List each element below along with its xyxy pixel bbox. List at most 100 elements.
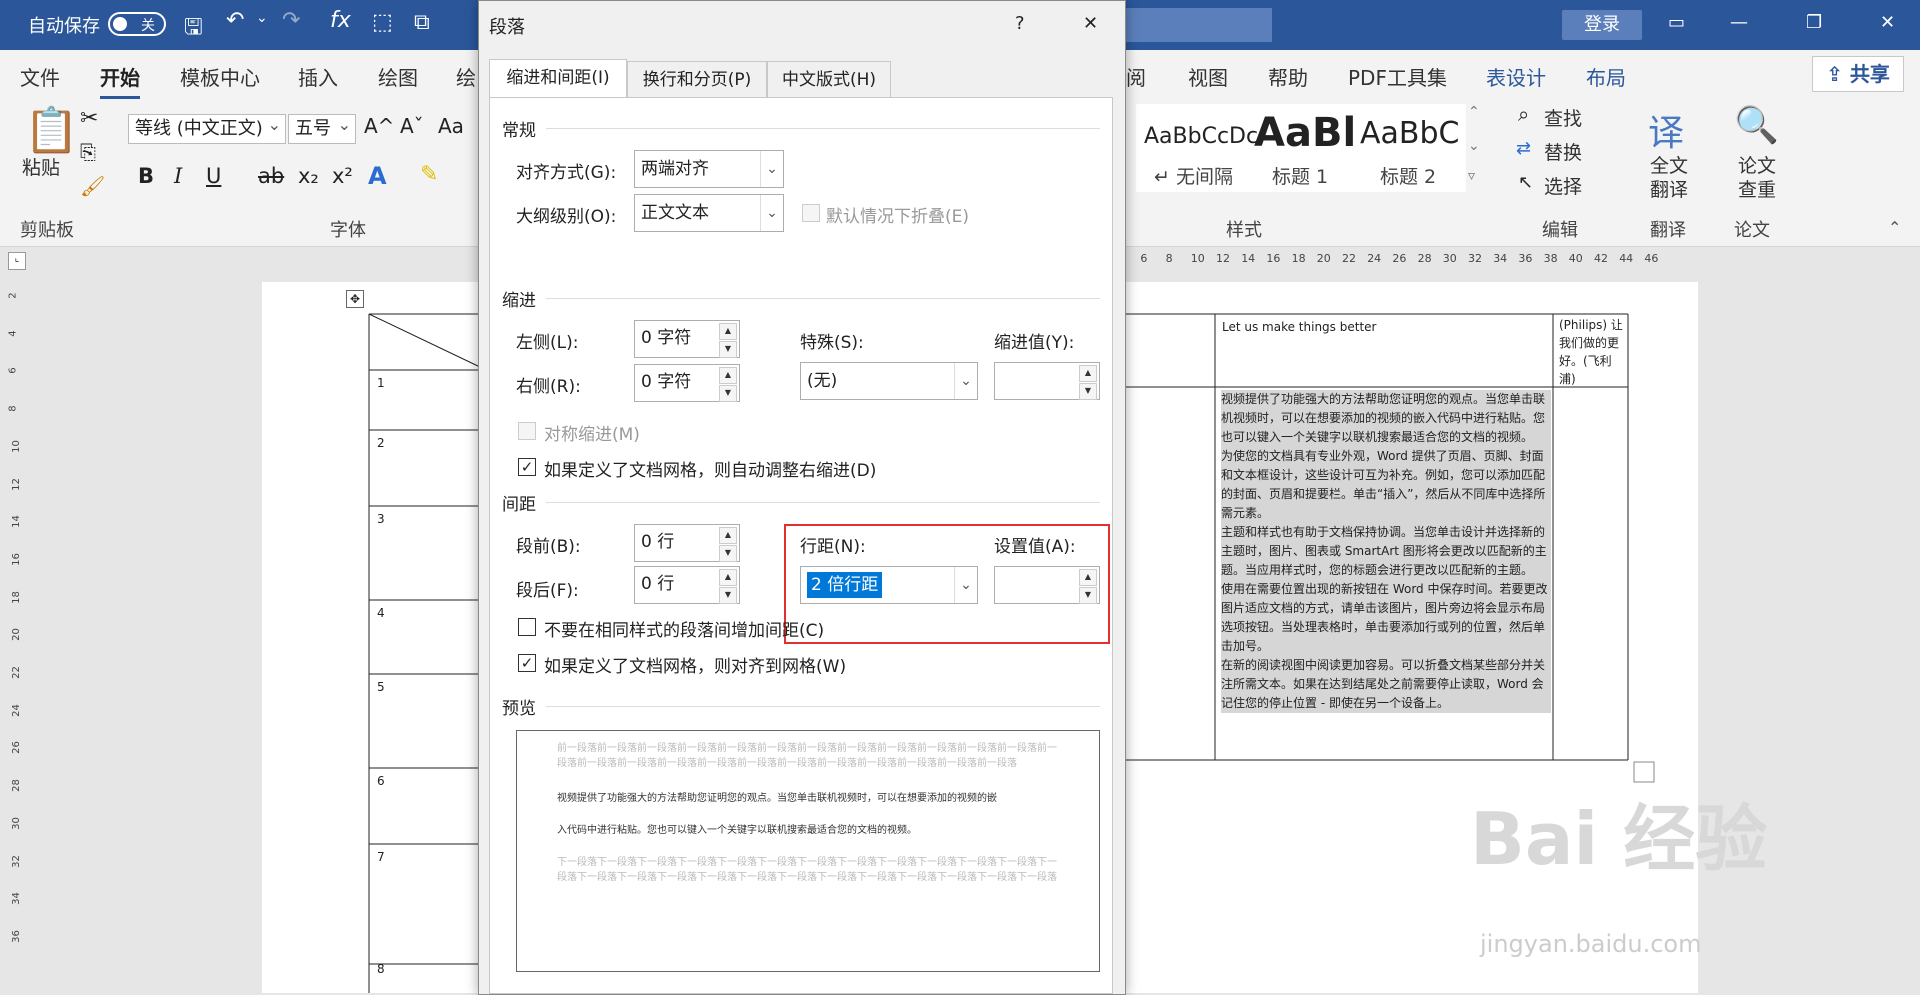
org-chart-icon[interactable]: ⧉ xyxy=(414,10,430,35)
close-window-icon[interactable]: ✕ xyxy=(1880,12,1895,33)
gallery-up-icon[interactable]: ⌃ xyxy=(1468,104,1480,120)
formula-icon[interactable]: fx xyxy=(330,8,351,33)
snap-to-grid-checkbox[interactable]: ✓ xyxy=(518,654,536,672)
spacing-after-value: 0 行 xyxy=(641,574,675,594)
bold-button[interactable]: B xyxy=(138,164,154,188)
tab-pdf-tools[interactable]: PDF工具集 xyxy=(1348,62,1447,91)
tab-view[interactable]: 视图 xyxy=(1188,62,1228,91)
paste-label[interactable]: 粘贴 xyxy=(22,156,60,180)
change-case-icon[interactable]: Aa xyxy=(438,114,464,138)
vertical-ruler[interactable]: 2 4 6 8 10 12 14 16 18 20 22 24 26 28 30 32 34 36 xyxy=(0,272,30,993)
tab-table-design[interactable]: 表设计 xyxy=(1486,62,1546,91)
underline-button[interactable]: U xyxy=(206,164,221,188)
tab-asian-typography[interactable]: 中文版式(H) xyxy=(767,61,891,97)
grow-font-icon[interactable]: A^ xyxy=(364,114,394,138)
mirror-indents-checkbox[interactable] xyxy=(518,422,536,440)
tab-indents-spacing[interactable]: 缩进和间距(I) xyxy=(489,59,627,99)
spin-down-icon[interactable]: ▼ xyxy=(1079,383,1097,400)
copy-icon[interactable]: ⎘ xyxy=(80,140,96,164)
subscript-button[interactable]: x₂ xyxy=(298,164,319,188)
highlight-icon[interactable]: ✎ xyxy=(420,162,438,187)
spin-up-icon[interactable]: ▲ xyxy=(719,323,737,340)
tab-design-partial[interactable]: 绘 xyxy=(456,62,476,91)
gallery-down-icon[interactable]: ⌄ xyxy=(1468,138,1480,154)
outline-level-select[interactable]: 正文文本 ⌄ xyxy=(634,194,784,232)
special-indent-select[interactable]: (无) ⌄ xyxy=(800,362,978,400)
format-painter-icon[interactable]: 🖌 xyxy=(80,174,105,198)
spin-down-icon[interactable]: ▼ xyxy=(719,587,737,604)
select-cursor-icon[interactable]: ↖ xyxy=(1518,172,1533,193)
text-effects-icon[interactable]: A xyxy=(368,162,387,190)
spin-up-icon[interactable]: ▲ xyxy=(719,569,737,586)
find-icon[interactable]: ⌕ xyxy=(1518,102,1529,126)
search-box[interactable] xyxy=(1120,8,1272,42)
alignment-select[interactable]: 两端对齐 ⌄ xyxy=(634,150,784,188)
row-number: 6 xyxy=(377,774,385,788)
superscript-button[interactable]: x² xyxy=(332,164,353,188)
collapse-by-default-checkbox[interactable] xyxy=(802,204,820,222)
undo-icon[interactable]: ↶ xyxy=(226,8,244,33)
spacing-after-spinner[interactable]: 0 行 ▲ ▼ xyxy=(634,566,740,604)
no-space-same-style-checkbox[interactable] xyxy=(518,618,536,636)
tab-insert[interactable]: 插入 xyxy=(298,62,338,91)
font-size-select[interactable]: 五号 xyxy=(288,111,356,144)
dialog-close-button[interactable]: ✕ xyxy=(1083,13,1098,34)
replace-button[interactable]: 替换 xyxy=(1544,138,1582,165)
spacing-before-spinner[interactable]: 0 行 ▲ ▼ xyxy=(634,524,740,562)
save-icon[interactable]: 🖫 xyxy=(184,10,203,48)
ruler-tick: 32 xyxy=(1468,252,1482,265)
spin-up-icon[interactable]: ▲ xyxy=(1079,365,1097,382)
font-name-select[interactable]: 等线 (中文正文) xyxy=(128,111,286,144)
plagiarism-check-label[interactable]: 论文查重 xyxy=(1734,154,1780,202)
indent-left-spinner[interactable]: 0 字符 ▲ ▼ xyxy=(634,320,740,358)
tab-review-partial[interactable]: 阅 xyxy=(1126,62,1146,91)
help-button[interactable]: ? xyxy=(1015,13,1025,34)
redo-icon[interactable]: ↷ xyxy=(282,8,300,33)
translate-label[interactable]: 全文翻译 xyxy=(1646,154,1692,202)
select-object-icon[interactable]: ⬚ xyxy=(372,10,393,35)
ribbon-display-icon[interactable]: ▭ xyxy=(1668,12,1685,33)
spin-up-icon[interactable]: ▲ xyxy=(719,527,737,544)
strikethrough-button[interactable]: ab xyxy=(258,164,284,188)
styles-gallery[interactable]: AaBbCcDc ↵ 无间隔 AaBl 标题 1 AaBbC 标题 2 xyxy=(1136,104,1466,192)
login-button[interactable]: 登录 xyxy=(1562,10,1642,40)
tab-layout[interactable]: 布局 xyxy=(1586,62,1626,91)
header-cell-english: Let us make things better xyxy=(1222,320,1377,334)
translate-icon[interactable]: 译 xyxy=(1648,104,1684,156)
autosave-toggle[interactable]: 关 xyxy=(108,12,166,36)
horizontal-ruler[interactable]: 2468101214161820222426283032343638404244… xyxy=(1090,248,1920,272)
tab-line-page-breaks[interactable]: 换行和分页(P) xyxy=(627,61,767,97)
paste-icon[interactable]: 📋 xyxy=(24,104,79,156)
share-button[interactable]: ⇪ 共享 xyxy=(1812,56,1904,92)
plagiarism-check-icon[interactable]: 🔍 xyxy=(1734,104,1779,146)
replace-icon[interactable]: ⇄ xyxy=(1516,138,1531,159)
tab-selector-icon[interactable]: ⌞ xyxy=(8,252,26,270)
spin-down-icon[interactable]: ▼ xyxy=(719,385,737,402)
select-button[interactable]: 选择 xyxy=(1544,172,1582,199)
tab-home[interactable]: 开始 xyxy=(100,62,140,99)
tab-file[interactable]: 文件 xyxy=(20,62,60,91)
restore-icon[interactable]: ❐ xyxy=(1806,12,1822,33)
indent-right-spinner[interactable]: 0 字符 ▲ ▼ xyxy=(634,364,740,402)
collapse-ribbon-icon[interactable]: ⌃ xyxy=(1888,218,1901,237)
indent-by-spinner[interactable]: ▲ ▼ xyxy=(994,362,1100,400)
ruler-tick: 8 xyxy=(7,405,19,412)
spin-down-icon[interactable]: ▼ xyxy=(719,545,737,562)
highlight-annotation-box xyxy=(784,524,1110,644)
spin-down-icon[interactable]: ▼ xyxy=(719,341,737,358)
tab-draw[interactable]: 绘图 xyxy=(378,62,418,91)
shrink-font-icon[interactable]: Aˇ xyxy=(400,114,424,138)
undo-dropdown-icon[interactable]: ⌄ xyxy=(256,10,268,26)
find-button[interactable]: 查找 xyxy=(1544,104,1582,131)
ruler-tick: 14 xyxy=(10,515,22,529)
minimize-icon[interactable]: — xyxy=(1730,12,1748,33)
gallery-more-icon[interactable]: ▿ xyxy=(1468,168,1475,184)
section-divider xyxy=(546,502,1100,503)
tab-template-center[interactable]: 模板中心 xyxy=(180,62,260,91)
baidu-watermark-url: jingyan.baidu.com xyxy=(1480,930,1702,958)
italic-button[interactable]: I xyxy=(174,164,182,188)
spin-up-icon[interactable]: ▲ xyxy=(719,367,737,384)
auto-adjust-right-indent-checkbox[interactable]: ✓ xyxy=(518,458,536,476)
tab-help[interactable]: 帮助 xyxy=(1268,62,1308,91)
cut-icon[interactable]: ✂ xyxy=(80,106,98,131)
